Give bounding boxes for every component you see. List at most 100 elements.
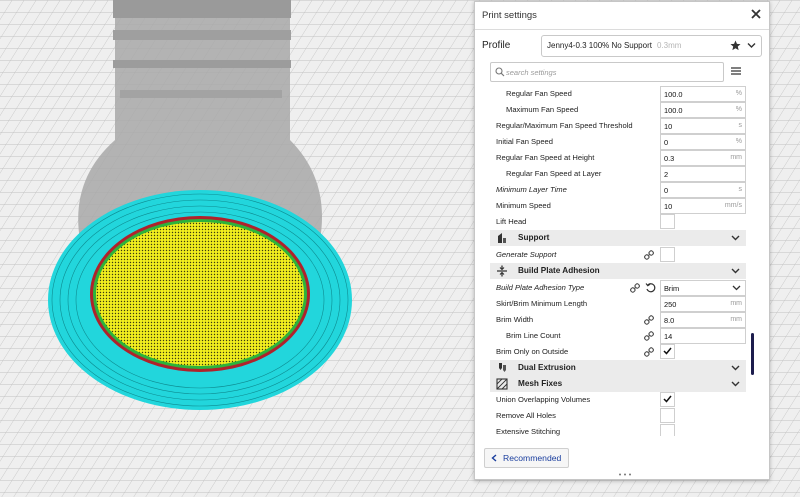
setting-maximum-fan-speed: Maximum Fan Speed 100.0% <box>490 102 746 118</box>
category-mesh-fixes[interactable]: Mesh Fixes <box>490 376 746 392</box>
setting-label: Generate Support <box>496 250 557 259</box>
category-support[interactable]: Support <box>490 230 746 246</box>
setting-label: Extensive Stitching <box>496 427 561 436</box>
profile-label: Profile <box>482 40 511 51</box>
fan-layer-field[interactable]: 2 <box>660 166 746 182</box>
setting-initial-fan-speed: Initial Fan Speed 0% <box>490 134 746 150</box>
menu-icon[interactable] <box>730 65 742 77</box>
profile-select[interactable]: Jenny4-0.3 100% No Support 0.3mm <box>541 35 762 57</box>
link-icon[interactable] <box>644 347 654 357</box>
field-value: 14 <box>664 332 673 341</box>
skirt-length-field[interactable]: 250 mm <box>660 296 746 312</box>
field-unit: mm <box>730 316 742 323</box>
field-value: 0.3 <box>664 154 675 163</box>
setting-label: Regular Fan Speed <box>506 89 572 98</box>
chevron-down-icon[interactable] <box>731 381 740 387</box>
category-label: Mesh Fixes <box>518 379 563 388</box>
brim-line-count-field[interactable]: 14 <box>660 328 746 344</box>
chevron-down-icon[interactable] <box>731 268 740 274</box>
category-build-plate-adhesion[interactable]: Build Plate Adhesion <box>490 263 746 279</box>
select-value: Brim <box>664 284 680 293</box>
chevron-down-icon[interactable] <box>747 42 756 49</box>
union-volumes-checkbox[interactable] <box>660 392 675 407</box>
setting-fan-threshold: Regular/Maximum Fan Speed Threshold 10 s <box>490 118 746 134</box>
field-value: 10 <box>664 122 673 131</box>
setting-fan-speed-height: Regular Fan Speed at Height 0.3 mm <box>490 150 746 166</box>
min-speed-field[interactable]: 10 mm/s <box>660 198 746 214</box>
search-icon <box>495 67 505 77</box>
close-icon[interactable] <box>749 7 763 21</box>
setting-label: Brim Line Count <box>506 331 561 340</box>
top-layer <box>90 216 310 372</box>
fan-speed-field[interactable]: 100.0% <box>660 86 746 102</box>
search-input[interactable]: search settings <box>490 62 724 82</box>
setting-label: Regular Fan Speed at Layer <box>506 169 602 178</box>
extensive-stitching-checkbox[interactable] <box>660 424 675 436</box>
resize-handle-icon[interactable] <box>618 473 632 476</box>
link-icon[interactable] <box>644 331 654 341</box>
chevron-down-icon <box>732 285 741 291</box>
setting-label: Union Overlapping Volumes <box>496 395 591 404</box>
profile-name-wrap: Jenny4-0.3 100% No Support 0.3mm <box>547 41 681 50</box>
reset-icon[interactable] <box>645 282 656 293</box>
generate-support-checkbox[interactable] <box>660 247 675 262</box>
field-value: 250 <box>664 300 677 309</box>
link-icon[interactable] <box>644 250 654 260</box>
field-unit: s <box>738 186 743 193</box>
field-value: 8.0 <box>664 316 675 325</box>
setting-label: Brim Width <box>496 315 534 324</box>
field-unit: mm <box>730 154 742 161</box>
setting-remove-holes: Remove All Holes <box>490 408 746 424</box>
brim-outside-checkbox[interactable] <box>660 344 675 359</box>
setting-generate-support: Generate Support <box>490 247 746 263</box>
setting-fan-speed-layer: Regular Fan Speed at Layer 2 <box>490 166 746 182</box>
brim-width-field[interactable]: 8.0 mm <box>660 312 746 328</box>
link-icon[interactable] <box>644 315 654 325</box>
field-value: 0 <box>664 186 669 195</box>
setting-extensive-stitching: Extensive Stitching <box>490 424 746 436</box>
setting-label: Skirt/Brim Minimum Length <box>496 299 588 308</box>
category-label: Dual Extrusion <box>518 363 576 372</box>
category-dual-extrusion[interactable]: Dual Extrusion <box>490 360 746 376</box>
recommended-button[interactable]: Recommended <box>484 448 569 468</box>
support-icon <box>498 233 506 243</box>
setting-label: Regular/Maximum Fan Speed Threshold <box>496 121 633 130</box>
search-placeholder: search settings <box>506 68 557 77</box>
fan-threshold-field[interactable]: 10 s <box>660 118 746 134</box>
chevron-down-icon[interactable] <box>731 235 740 241</box>
setting-brim-line-count: Brim Line Count 14 <box>490 328 746 344</box>
setting-lift-head: Lift Head <box>490 214 746 230</box>
remove-holes-checkbox[interactable] <box>660 408 675 423</box>
scrollbar-thumb[interactable] <box>751 333 754 375</box>
setting-brim-width: Brim Width 8.0 mm <box>490 312 746 328</box>
min-layer-time-field[interactable]: 0s <box>660 182 746 198</box>
profile-layer-height: 0.3mm <box>656 41 682 50</box>
setting-adhesion-type: Build Plate Adhesion Type Brim <box>490 280 746 296</box>
setting-label: Minimum Speed <box>496 201 551 210</box>
lift-head-checkbox[interactable] <box>660 214 675 229</box>
field-value: 100.0 <box>664 106 683 115</box>
setting-union-volumes: Union Overlapping Volumes <box>490 392 746 408</box>
adhesion-icon <box>497 265 507 277</box>
mesh-fixes-icon <box>496 378 508 390</box>
setting-label: Minimum Layer Time <box>496 185 567 194</box>
check-icon <box>663 347 672 355</box>
setting-label: Maximum Fan Speed <box>506 105 579 114</box>
link-icon[interactable] <box>630 283 640 293</box>
max-fan-speed-field[interactable]: 100.0% <box>660 102 746 118</box>
field-unit: s <box>738 122 743 129</box>
field-value: 2 <box>664 170 669 179</box>
settings-list[interactable]: Regular Fan Speed 100.0% Maximum Fan Spe… <box>490 83 746 436</box>
initial-fan-field[interactable]: 0% <box>660 134 746 150</box>
setting-min-layer-time: Minimum Layer Time 0s <box>490 182 746 198</box>
dual-extrusion-icon <box>499 363 506 372</box>
setting-brim-only-outside: Brim Only on Outside <box>490 344 746 360</box>
setting-skirt-brim-min-length: Skirt/Brim Minimum Length 250 mm <box>490 296 746 312</box>
field-unit: mm/s <box>724 202 742 209</box>
fan-height-field[interactable]: 0.3 mm <box>660 150 746 166</box>
adhesion-type-select[interactable]: Brim <box>660 280 746 296</box>
category-label: Build Plate Adhesion <box>518 266 600 275</box>
setting-label: Initial Fan Speed <box>496 137 553 146</box>
chevron-down-icon[interactable] <box>731 365 740 371</box>
star-icon[interactable] <box>730 40 741 51</box>
